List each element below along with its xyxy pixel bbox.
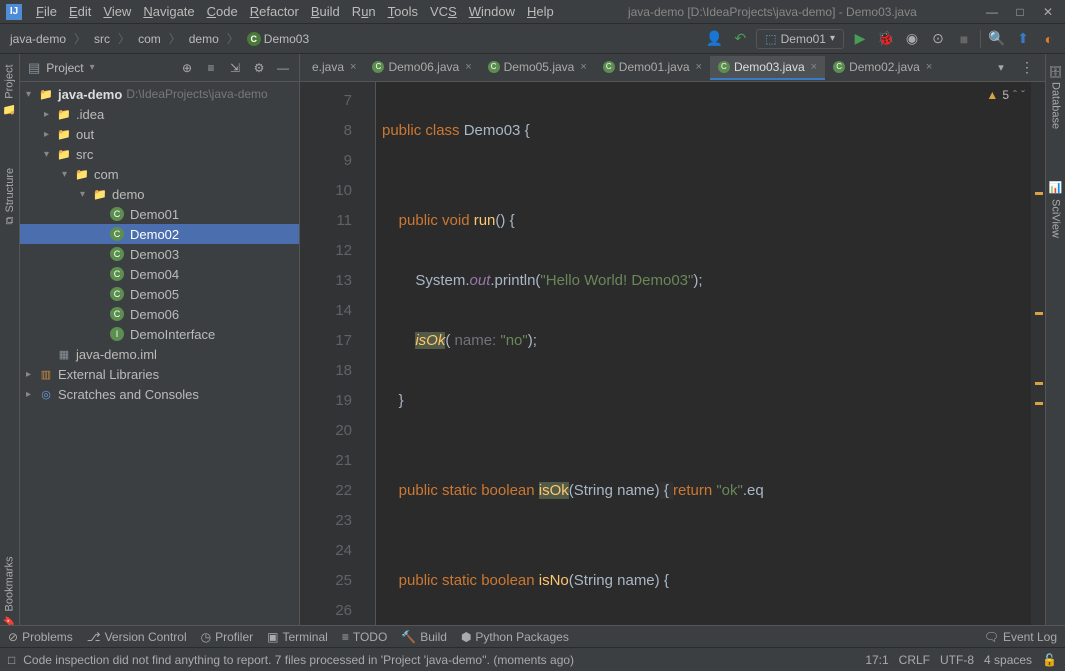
tool-todo[interactable]: ≡TODO	[342, 630, 387, 644]
menu-build[interactable]: Build	[305, 2, 346, 21]
menu-vcs[interactable]: VCS	[424, 2, 463, 21]
tree-class[interactable]: CDemo05	[20, 284, 299, 304]
menu-code[interactable]: Code	[201, 2, 244, 21]
tool-python[interactable]: ⬢Python Packages	[461, 630, 569, 644]
maximize-button[interactable]: □	[1013, 5, 1027, 19]
close-icon[interactable]: ×	[580, 61, 586, 73]
tab[interactable]: e.java×	[304, 56, 364, 80]
tool-problems[interactable]: ⊘Problems	[8, 630, 73, 644]
menu-help[interactable]: Help	[521, 2, 560, 21]
indent-setting[interactable]: 4 spaces	[984, 653, 1032, 667]
menu-window[interactable]: Window	[463, 2, 521, 21]
tool-build[interactable]: 🔨Build	[401, 630, 447, 644]
ide-settings-icon[interactable]: ◐	[1039, 29, 1059, 49]
minimize-button[interactable]: —	[985, 5, 999, 19]
expand-all-icon[interactable]: ≡	[203, 60, 219, 76]
tab[interactable]: CDemo06.java×	[364, 56, 479, 80]
stop-button[interactable]: ■	[954, 29, 974, 49]
close-icon[interactable]: ×	[926, 61, 932, 73]
tree-demo[interactable]: ▾📁demo	[20, 184, 299, 204]
fold-gutter[interactable]	[360, 82, 376, 644]
tree-idea[interactable]: ▸📁.idea	[20, 104, 299, 124]
build-back-icon[interactable]: ↶	[730, 29, 750, 49]
tool-profiler[interactable]: ◷Profiler	[201, 630, 254, 644]
search-icon[interactable]: 🔍	[987, 29, 1007, 49]
menu-navigate[interactable]: Navigate	[137, 2, 200, 21]
code-editor[interactable]: 789101112131417181920212223242526 public…	[300, 82, 1045, 644]
editor-tabs: e.java× CDemo06.java× CDemo05.java× CDem…	[300, 54, 1045, 82]
tree-external-libs[interactable]: ▸▥External Libraries	[20, 364, 299, 384]
hide-tool-windows-icon[interactable]: □	[8, 653, 15, 667]
select-opened-icon[interactable]: ⊕	[179, 60, 195, 76]
tree-root[interactable]: ▾📁 java-demo D:\IdeaProjects\java-demo	[20, 84, 299, 104]
tree-class[interactable]: CDemo03	[20, 244, 299, 264]
menu-file[interactable]: File	[30, 2, 63, 21]
project-panel-title: Project	[46, 61, 83, 75]
coverage-button[interactable]: ◉	[902, 29, 922, 49]
run-button[interactable]: ▶	[850, 29, 870, 49]
tool-bookmarks[interactable]: 🔖Bookmarks	[1, 550, 18, 634]
tree-src[interactable]: ▾📁src	[20, 144, 299, 164]
settings-icon[interactable]: ⚙	[251, 60, 267, 76]
window-title: java-demo [D:\IdeaProjects\java-demo] - …	[560, 5, 985, 19]
crumb-demo[interactable]: demo	[185, 30, 223, 48]
update-button[interactable]: ⬆	[1013, 29, 1033, 49]
line-numbers: 789101112131417181920212223242526	[300, 82, 360, 644]
run-config-selector[interactable]: ⬚ Demo01 ▾	[756, 29, 844, 49]
tree-class[interactable]: CDemo01	[20, 204, 299, 224]
tool-terminal[interactable]: ▣Terminal	[267, 630, 328, 644]
collapse-all-icon[interactable]: ⇲	[227, 60, 243, 76]
menu-run[interactable]: Run	[346, 2, 382, 21]
menu-view[interactable]: View	[97, 2, 137, 21]
tree-class[interactable]: CDemo04	[20, 264, 299, 284]
close-icon[interactable]: ×	[696, 61, 702, 73]
tab[interactable]: CDemo03.java×	[710, 56, 825, 80]
crumb-class[interactable]: CDemo03	[243, 30, 313, 48]
close-icon[interactable]: ×	[465, 61, 471, 73]
file-encoding[interactable]: UTF-8	[940, 653, 974, 667]
tree-class[interactable]: CDemo06	[20, 304, 299, 324]
app-icon: IJ	[6, 4, 22, 20]
close-button[interactable]: ✕	[1041, 5, 1055, 19]
crumb-project[interactable]: java-demo	[6, 30, 70, 48]
tool-vcs[interactable]: ⎇Version Control	[87, 630, 187, 644]
hide-panel-icon[interactable]: —	[275, 60, 291, 76]
tree-iml[interactable]: ▦java-demo.iml	[20, 344, 299, 364]
menu-refactor[interactable]: Refactor	[244, 2, 305, 21]
tabs-more-icon[interactable]: ⋮	[1017, 58, 1037, 78]
breadcrumb: java-demo〉 src〉 com〉 demo〉 CDemo03	[6, 30, 313, 48]
debug-button[interactable]: 🐞	[876, 29, 896, 49]
tree-com[interactable]: ▾📁com	[20, 164, 299, 184]
tree-interface[interactable]: IDemoInterface	[20, 324, 299, 344]
tool-sciview[interactable]: 📊SciView	[1047, 175, 1064, 243]
inspection-widget[interactable]: ▲ 5 ˆ ˇ	[986, 88, 1025, 102]
tool-project[interactable]: 📁Project	[1, 58, 18, 122]
close-icon[interactable]: ×	[350, 61, 356, 73]
tool-structure[interactable]: ⧉Structure	[2, 162, 18, 231]
profile-button[interactable]: ⊙	[928, 29, 948, 49]
add-user-icon[interactable]: 👤	[704, 29, 724, 49]
project-tree: ▾📁 java-demo D:\IdeaProjects\java-demo ▸…	[20, 82, 299, 644]
error-stripe[interactable]	[1031, 82, 1045, 644]
tree-scratches[interactable]: ▸◎Scratches and Consoles	[20, 384, 299, 404]
event-log[interactable]: 🗨Event Log	[984, 630, 1057, 644]
warning-icon: ▲	[986, 88, 998, 102]
readonly-icon[interactable]: 🔓	[1042, 653, 1057, 667]
line-separator[interactable]: CRLF	[899, 653, 930, 667]
status-message: Code inspection did not find anything to…	[23, 653, 574, 667]
tree-class[interactable]: CDemo02	[20, 224, 299, 244]
tab[interactable]: CDemo02.java×	[825, 56, 940, 80]
tree-out[interactable]: ▸📁out	[20, 124, 299, 144]
menu-edit[interactable]: Edit	[63, 2, 97, 21]
tool-database[interactable]: 🗄Database	[1047, 58, 1064, 135]
tabs-dropdown-icon[interactable]: ▾	[991, 58, 1011, 78]
menu-tools[interactable]: Tools	[382, 2, 424, 21]
crumb-com[interactable]: com	[134, 30, 165, 48]
crumb-src[interactable]: src	[90, 30, 114, 48]
caret-position[interactable]: 17:1	[865, 653, 888, 667]
tab[interactable]: CDemo01.java×	[595, 56, 710, 80]
close-icon[interactable]: ×	[811, 61, 817, 73]
tab[interactable]: CDemo05.java×	[480, 56, 595, 80]
